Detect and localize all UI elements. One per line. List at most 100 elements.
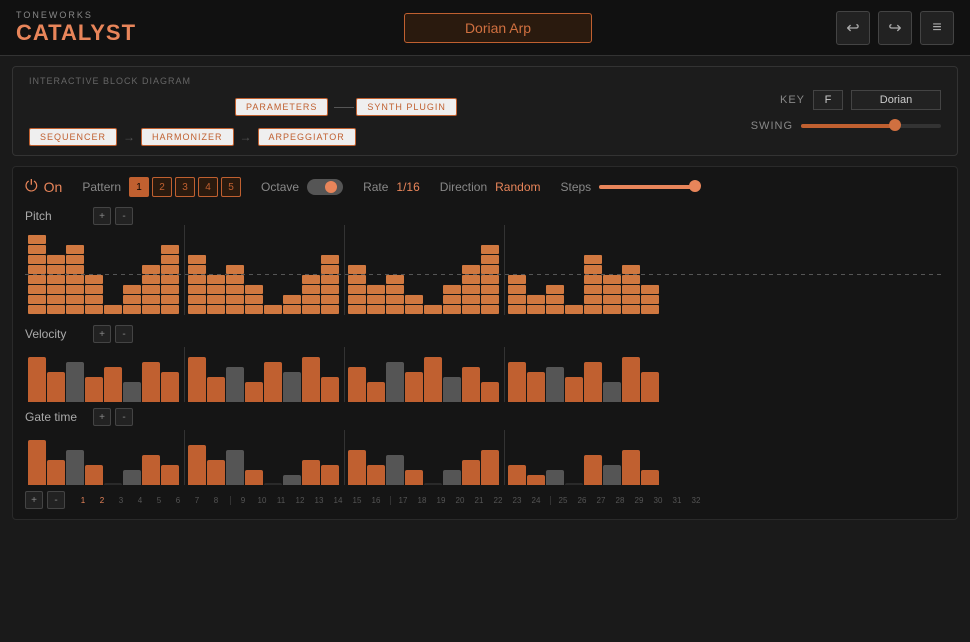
synth-plugin-box[interactable]: SYNTH PLUGIN <box>356 98 457 116</box>
gate-bar[interactable] <box>641 470 659 485</box>
gate-bar[interactable] <box>622 450 640 485</box>
velocity-bar[interactable] <box>47 372 65 402</box>
velocity-bar[interactable] <box>622 357 640 402</box>
gate-remove-button[interactable]: - <box>115 408 133 426</box>
velocity-bar[interactable] <box>104 367 122 402</box>
velocity-add-button[interactable]: + <box>93 325 111 343</box>
gate-bar[interactable] <box>508 465 526 485</box>
preset-button[interactable]: Dorian Arp <box>404 13 592 43</box>
velocity-remove-button[interactable]: - <box>115 325 133 343</box>
gate-bar[interactable] <box>85 465 103 485</box>
velocity-bar[interactable] <box>565 377 583 402</box>
velocity-bar[interactable] <box>546 367 564 402</box>
velocity-bar[interactable] <box>424 357 442 402</box>
pitch-col[interactable] <box>66 225 84 315</box>
velocity-bar[interactable] <box>443 377 461 402</box>
gate-add-button[interactable]: + <box>93 408 111 426</box>
undo-button[interactable]: ↩ <box>836 11 870 45</box>
gate-bar[interactable] <box>348 450 366 485</box>
gate-bar[interactable] <box>405 470 423 485</box>
gate-bar[interactable] <box>161 465 179 485</box>
gate-bar[interactable] <box>527 475 545 485</box>
pattern-btn-1[interactable]: 1 <box>129 177 149 197</box>
pitch-col[interactable] <box>123 225 141 315</box>
velocity-bar[interactable] <box>28 357 46 402</box>
pitch-col[interactable] <box>264 225 282 315</box>
pitch-col[interactable] <box>405 225 423 315</box>
pitch-col[interactable] <box>28 225 46 315</box>
gate-bar[interactable] <box>226 450 244 485</box>
velocity-bar[interactable] <box>348 367 366 402</box>
pitch-col[interactable] <box>546 225 564 315</box>
velocity-bar[interactable] <box>283 372 301 402</box>
pattern-btn-2[interactable]: 2 <box>152 177 172 197</box>
steps-slider[interactable] <box>599 185 699 189</box>
gate-bar[interactable] <box>28 440 46 485</box>
pitch-col[interactable] <box>161 225 179 315</box>
velocity-bar[interactable] <box>321 377 339 402</box>
velocity-bar[interactable] <box>245 382 263 402</box>
velocity-bar[interactable] <box>85 377 103 402</box>
velocity-bar[interactable] <box>462 367 480 402</box>
parameters-box[interactable]: PARAMETERS <box>235 98 328 116</box>
pitch-col[interactable] <box>443 225 461 315</box>
gate-bar[interactable] <box>443 470 461 485</box>
pitch-col[interactable] <box>462 225 480 315</box>
gate-bar[interactable] <box>367 465 385 485</box>
velocity-bar[interactable] <box>584 362 602 402</box>
gate-bar[interactable] <box>207 460 225 485</box>
gate-bar[interactable] <box>584 455 602 485</box>
gate-bar[interactable] <box>264 483 282 485</box>
pitch-col[interactable] <box>527 225 545 315</box>
pattern-btn-5[interactable]: 5 <box>221 177 241 197</box>
pitch-col[interactable] <box>424 225 442 315</box>
pitch-remove-button[interactable]: - <box>115 207 133 225</box>
pitch-col[interactable] <box>302 225 320 315</box>
velocity-bar[interactable] <box>603 382 621 402</box>
redo-button[interactable]: ↪ <box>878 11 912 45</box>
harmonizer-box[interactable]: HARMONIZER <box>141 128 234 146</box>
velocity-bar[interactable] <box>188 357 206 402</box>
pitch-col[interactable] <box>283 225 301 315</box>
velocity-bar[interactable] <box>367 382 385 402</box>
pitch-col[interactable] <box>565 225 583 315</box>
velocity-bar[interactable] <box>207 377 225 402</box>
pitch-col[interactable] <box>367 225 385 315</box>
velocity-bar[interactable] <box>66 362 84 402</box>
pitch-col[interactable] <box>603 225 621 315</box>
gate-bar[interactable] <box>424 483 442 485</box>
pitch-col[interactable] <box>226 225 244 315</box>
pattern-btn-3[interactable]: 3 <box>175 177 195 197</box>
velocity-bar[interactable] <box>481 382 499 402</box>
gate-bar[interactable] <box>546 470 564 485</box>
pitch-col[interactable] <box>508 225 526 315</box>
pitch-col[interactable] <box>207 225 225 315</box>
pitch-col[interactable] <box>245 225 263 315</box>
gate-bar[interactable] <box>245 470 263 485</box>
gate-bar[interactable] <box>462 460 480 485</box>
power-button[interactable]: ⏻ On <box>25 178 62 196</box>
velocity-bar[interactable] <box>641 372 659 402</box>
gate-bar[interactable] <box>302 460 320 485</box>
pitch-col[interactable] <box>641 225 659 315</box>
pitch-col[interactable] <box>321 225 339 315</box>
velocity-bar[interactable] <box>161 372 179 402</box>
velocity-bar[interactable] <box>302 357 320 402</box>
bottom-add-button[interactable]: + <box>25 491 43 509</box>
velocity-bar[interactable] <box>527 372 545 402</box>
menu-button[interactable]: ≡ <box>920 11 954 45</box>
pitch-col[interactable] <box>481 225 499 315</box>
pitch-col[interactable] <box>348 225 366 315</box>
gate-bar[interactable] <box>386 455 404 485</box>
pitch-col[interactable] <box>142 225 160 315</box>
velocity-bar[interactable] <box>123 382 141 402</box>
velocity-bar[interactable] <box>264 362 282 402</box>
pitch-col[interactable] <box>47 225 65 315</box>
velocity-bar[interactable] <box>142 362 160 402</box>
swing-slider[interactable] <box>801 124 941 128</box>
gate-bar[interactable] <box>123 470 141 485</box>
gate-bar[interactable] <box>104 483 122 485</box>
gate-bar[interactable] <box>481 450 499 485</box>
gate-bar[interactable] <box>66 450 84 485</box>
pattern-btn-4[interactable]: 4 <box>198 177 218 197</box>
